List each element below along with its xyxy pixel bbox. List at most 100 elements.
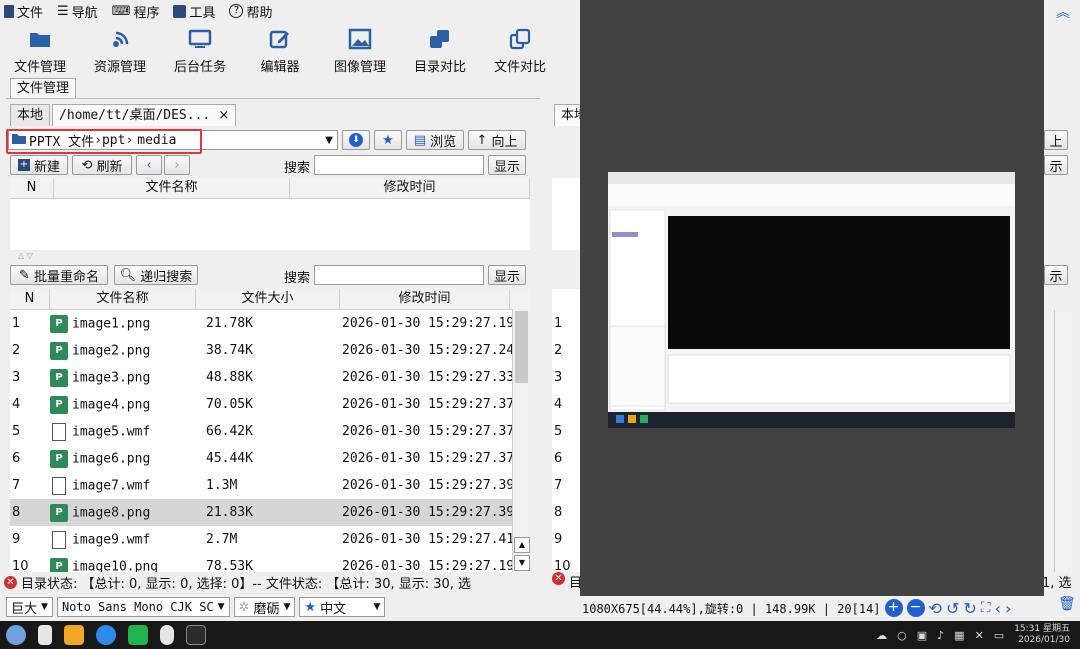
menu-program[interactable]: ⌨ 程序	[112, 2, 160, 21]
app-store-icon[interactable]	[64, 625, 84, 645]
rotate-right-icon[interactable]: ↻	[963, 599, 976, 618]
toolbar-image-manager[interactable]: 图像管理	[320, 24, 400, 76]
scroll-thumb[interactable]	[515, 311, 528, 383]
refresh-button[interactable]: ⟲ 刷新	[72, 155, 132, 175]
chat-icon[interactable]	[128, 625, 148, 645]
display-icon[interactable]: ▭	[994, 629, 1004, 642]
search-icon[interactable]: ○	[897, 629, 907, 642]
image-viewer[interactable]	[580, 0, 1044, 596]
download-button[interactable]: ⬇	[342, 130, 370, 150]
collapse-icon[interactable]: ︽	[1056, 2, 1070, 22]
scroll-up-button[interactable]: ▲	[514, 537, 530, 553]
show-button-right-2[interactable]: 示	[1044, 265, 1068, 285]
up-button-right[interactable]: 上	[1044, 130, 1068, 150]
table-row[interactable]: 7 image7.wmf 1.3M 2026-01-30 15:29:27.392	[10, 472, 530, 499]
file-list[interactable]: N 文件名称 文件大小 修改时间 1 Pimage1.png 21.78K 2026-…	[10, 289, 530, 572]
trash-icon[interactable]: 🗑︎	[1058, 596, 1076, 612]
toolbar-background-tasks[interactable]: 后台任务	[160, 24, 240, 76]
fit-icon[interactable]: ⛶	[981, 600, 991, 616]
toolbar-resource-manager[interactable]: 资源管理	[80, 24, 160, 76]
window-switcher-icon[interactable]	[38, 625, 52, 645]
browse-button[interactable]: ▤ 浏览	[406, 130, 464, 150]
chevron-down-icon: ▼	[41, 602, 48, 612]
browser-icon[interactable]	[96, 625, 116, 645]
table-row[interactable]: 2 Pimage2.png 38.74K 2026-01-30 15:29:27.24…	[10, 337, 530, 364]
tab-local[interactable]: 本地	[10, 104, 51, 126]
col-name[interactable]: 文件名称	[54, 178, 290, 198]
menu-nav[interactable]: ☰ 导航	[57, 2, 98, 21]
tray: ☁ ○ ▣ ♪ ▦ ✕ ▭ 15:31 星期五 2026/01/30	[876, 624, 1080, 646]
toolbar-dir-compare[interactable]: 目录对比	[400, 24, 480, 76]
zoom-in-icon[interactable]: +	[884, 599, 903, 617]
splitter[interactable]: △ ▽	[10, 251, 530, 261]
bluetooth-icon[interactable]: ✕	[975, 629, 984, 642]
col-name[interactable]: 文件名称	[50, 289, 196, 309]
network-icon[interactable]: ▣	[917, 629, 927, 642]
file-search-input[interactable]	[314, 265, 484, 285]
cloud-icon[interactable]: ☁	[876, 629, 887, 642]
bookmark-button[interactable]: ★	[374, 130, 402, 150]
download-icon: ⬇	[349, 133, 363, 147]
next-icon[interactable]: ›	[1005, 599, 1011, 618]
col-mtime[interactable]: 修改时间	[290, 178, 530, 198]
menu-file[interactable]: 文件	[4, 2, 43, 21]
tab-file-manager[interactable]: 文件管理	[10, 78, 76, 98]
row-number: 5	[554, 424, 563, 439]
new-button[interactable]: + 新建	[10, 155, 68, 175]
forward-button[interactable]: ›	[164, 155, 190, 175]
table-row[interactable]: 3 Pimage3.png 48.88K 2026-01-30 15:29:27.33…	[10, 364, 530, 391]
mic-icon[interactable]	[160, 625, 174, 645]
menu-tools[interactable]: 工具	[173, 2, 215, 21]
cell-mtime: 2026-01-30 15:29:27.244	[342, 343, 512, 358]
table-row[interactable]: 5 image5.wmf 66.42K 2026-01-30 15:29:27.376	[10, 418, 530, 445]
start-icon[interactable]	[6, 625, 26, 645]
chevron-down-icon[interactable]: ▼	[325, 135, 333, 146]
cell-n: 5	[12, 424, 21, 439]
show-button-right[interactable]: 示	[1044, 155, 1068, 175]
toolbar-file-compare[interactable]: 文件对比	[480, 24, 560, 76]
scrollbar[interactable]: ▲ ▼	[512, 309, 530, 572]
col-size[interactable]: 文件大小	[196, 289, 340, 309]
table-row[interactable]: 6 Pimage6.png 45.44K 2026-01-30 15:29:27.37…	[10, 445, 530, 472]
back-button[interactable]: ‹	[136, 155, 162, 175]
batch-rename-button[interactable]: ✎ 批量重命名	[10, 265, 108, 285]
clock[interactable]: 15:31 星期五 2026/01/30	[1014, 624, 1070, 646]
cell-name: Pimage4.png	[50, 395, 196, 414]
font-select[interactable]: Noto Sans Mono CJK SC ▼	[56, 597, 230, 617]
cell-n: 1	[12, 316, 21, 331]
directory-list[interactable]: N 文件名称 修改时间	[10, 178, 530, 250]
scroll-down-button[interactable]: ▼	[514, 555, 530, 571]
show-button[interactable]: 显示	[488, 155, 526, 175]
toolbar-file-manager[interactable]: 文件管理	[0, 24, 80, 76]
col-mtime[interactable]: 修改时间	[340, 289, 510, 309]
image-file-icon: P	[50, 395, 68, 414]
dir-search-input[interactable]	[314, 155, 484, 175]
zoom-out-icon[interactable]: −	[906, 599, 925, 617]
terminal-icon[interactable]	[186, 625, 206, 645]
show-button-2[interactable]: 显示	[488, 265, 526, 285]
rotate-left-icon[interactable]: ↺	[946, 599, 959, 618]
volume-icon[interactable]: ♪	[937, 629, 944, 642]
image-file-icon: P	[50, 449, 68, 468]
sync-icon[interactable]: ⟲	[929, 599, 942, 618]
up-button[interactable]: ↑ 向上	[468, 130, 526, 150]
right-scrollbar[interactable]	[1054, 310, 1072, 572]
table-row[interactable]: 8 Pimage8.png 21.83K 2026-01-30 15:29:27.39…	[10, 499, 530, 526]
prev-icon[interactable]: ‹	[995, 599, 1001, 618]
language-select[interactable]: ★ 中文 ▼	[299, 597, 386, 617]
input-icon[interactable]: ▦	[954, 629, 964, 642]
toolbar-editor[interactable]: 编辑器	[240, 24, 320, 76]
close-icon[interactable]: ×	[218, 108, 229, 123]
size-select[interactable]: 巨大 ▼	[6, 597, 53, 617]
table-row[interactable]: 1 Pimage1.png 21.78K 2026-01-30 15:29:27.19…	[10, 310, 530, 337]
table-row[interactable]: 10 Pimage10.png 78.53K 2026-01-30 15:29:27.…	[10, 553, 530, 572]
tab-path[interactable]: /home/tt/桌面/DES... ×	[52, 104, 237, 126]
menu-help[interactable]: ? 帮助	[229, 2, 273, 21]
table-row[interactable]: 9 image9.wmf 2.7M 2026-01-30 15:29:27.412	[10, 526, 530, 553]
col-n[interactable]: N	[10, 178, 54, 198]
col-n[interactable]: N	[10, 289, 50, 309]
table-row[interactable]: 4 Pimage4.png 70.05K 2026-01-30 15:29:27.37…	[10, 391, 530, 418]
recursive-search-button[interactable]: 🔍︎ 递归搜索	[114, 265, 198, 285]
theme-select[interactable]: ✲ 磨砺 ▼	[233, 597, 296, 617]
cell-n: 4	[12, 397, 21, 412]
